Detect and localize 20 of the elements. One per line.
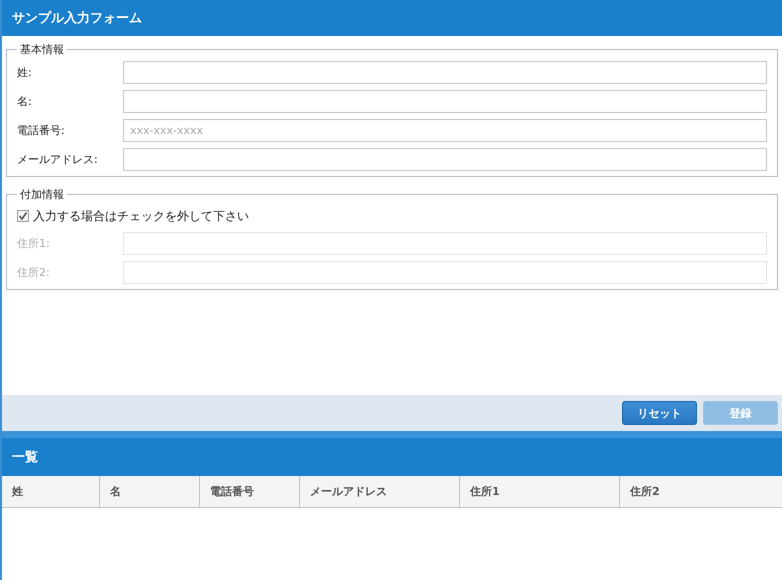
- field-label: 姓:: [17, 65, 33, 80]
- column-header: 名: [100, 476, 200, 507]
- field-label: 電話番号:: [17, 123, 66, 138]
- column-header: 住所1: [460, 476, 620, 507]
- action-button[interactable]: リセット: [622, 401, 697, 425]
- column-header: 住所2: [628, 484, 661, 500]
- fieldset-legend: 基本情報: [17, 42, 67, 57]
- field-label: 住所1:: [17, 236, 51, 251]
- checkbox-option[interactable]: 入力する場合はチェックを外して下さい: [17, 206, 767, 226]
- field-label: 名:: [17, 94, 33, 109]
- field-label: 住所2:: [17, 265, 51, 280]
- field-label: メールアドレス:: [17, 152, 99, 167]
- form-title: サンプル入力フォーム: [12, 10, 142, 27]
- column-header: 姓: [2, 476, 100, 507]
- column-header: 電話番号: [200, 476, 300, 507]
- checkbox[interactable]: [17, 210, 29, 222]
- input-field[interactable]: xxx-xxx-xxxx: [123, 119, 767, 142]
- list-title: 一覧: [12, 449, 38, 466]
- column-header: メールアドレス: [300, 476, 460, 507]
- fieldset-legend: 付加情報: [17, 187, 67, 202]
